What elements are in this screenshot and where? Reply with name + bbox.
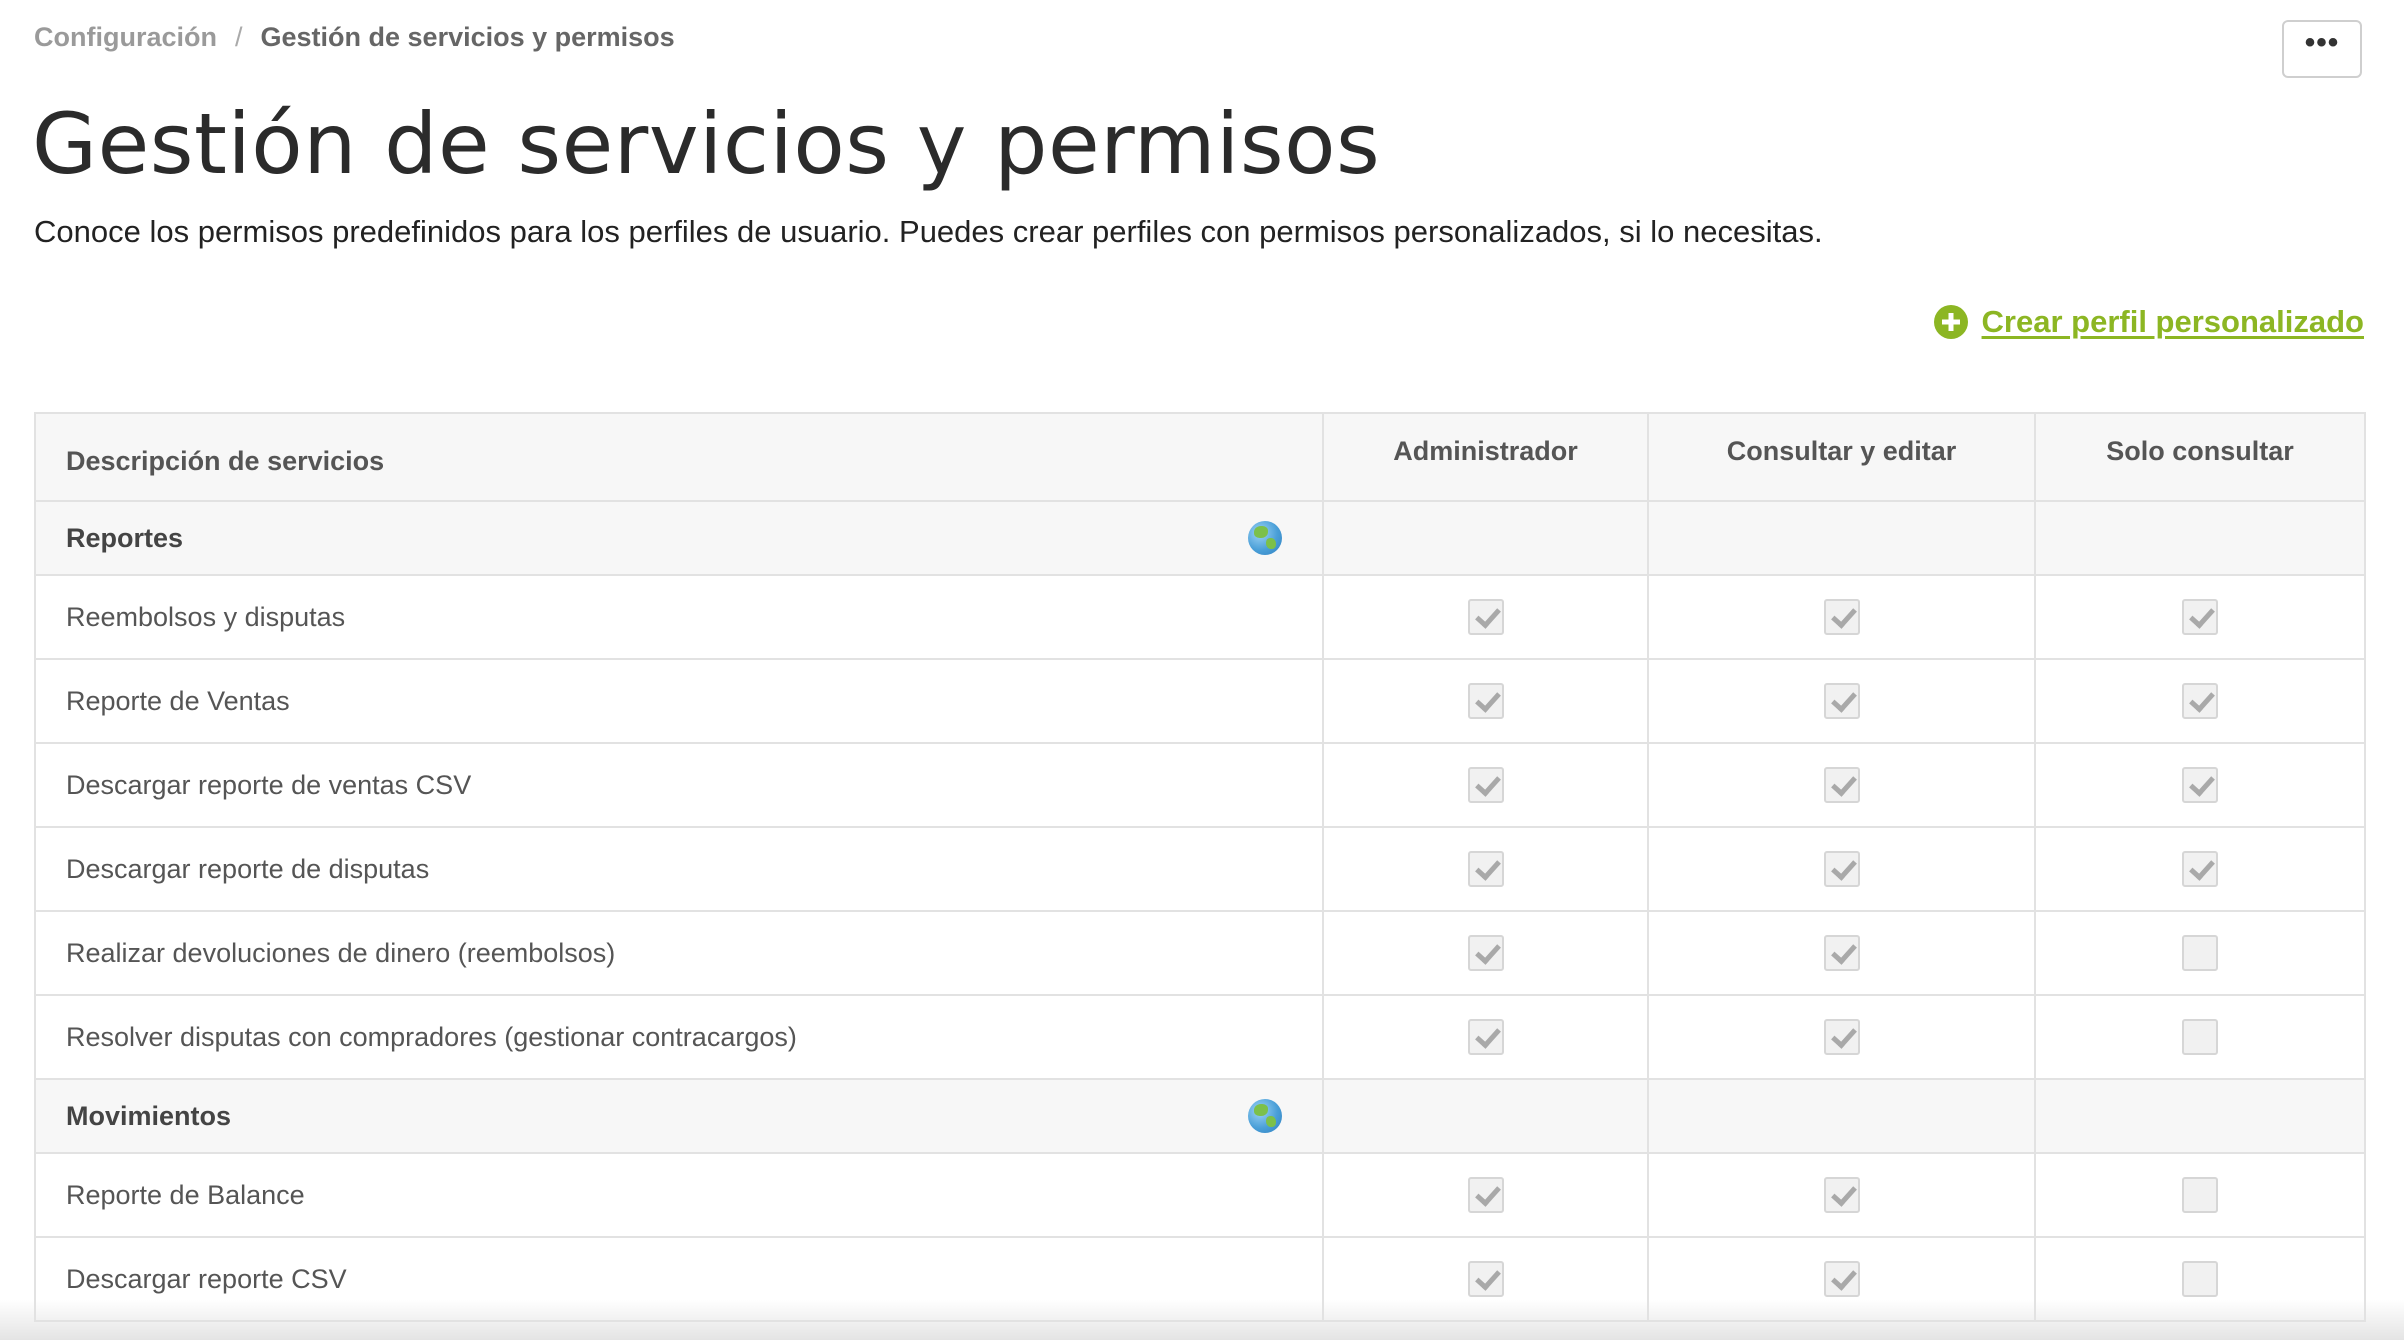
column-header-consultar-editar: Consultar y editar — [1647, 412, 2036, 502]
table-header-row: Descripción de servicios Administrador C… — [34, 412, 2366, 502]
permission-cell — [1322, 826, 1649, 912]
service-description: Descargar reporte de ventas CSV — [34, 742, 1324, 828]
permission-checkbox-checked — [1823, 935, 1860, 971]
permission-cell — [1322, 658, 1649, 744]
permission-cell — [2034, 826, 2366, 912]
table-row: Reembolsos y disputas — [34, 574, 2366, 660]
section-empty-cell — [1647, 1078, 2036, 1154]
permission-checkbox-checked — [1467, 1261, 1504, 1297]
permission-cell — [1647, 826, 2036, 912]
permission-cell — [2034, 1236, 2366, 1322]
table-row: Reporte de Balance — [34, 1152, 2366, 1238]
section-row: Reportes — [34, 500, 2366, 576]
permission-checkbox-checked — [1823, 1261, 1860, 1297]
permission-checkbox-checked — [1467, 767, 1504, 803]
breadcrumb-current: Gestión de servicios y permisos — [260, 22, 675, 52]
permission-cell — [1647, 658, 2036, 744]
breadcrumb: Configuración / Gestión de servicios y p… — [34, 22, 675, 53]
service-description: Reporte de Balance — [34, 1152, 1324, 1238]
permission-cell — [1322, 1236, 1649, 1322]
permission-checkbox-checked — [2182, 767, 2218, 803]
service-description: Descargar reporte de disputas — [34, 826, 1324, 912]
permission-checkbox-checked — [2182, 599, 2218, 635]
plus-circle-icon — [1933, 305, 1968, 339]
permission-checkbox-checked — [2182, 851, 2218, 887]
permissions-table: Descripción de servicios Administrador C… — [34, 412, 2366, 1322]
table-row: Descargar reporte de ventas CSV — [34, 742, 2366, 828]
table-body: Reportes Reembolsos y disputas Reporte de … — [34, 500, 2366, 1322]
more-options-icon: ••• — [2304, 26, 2340, 59]
globe-icon — [1248, 1099, 1282, 1133]
permission-checkbox-checked — [1467, 935, 1504, 971]
column-header-description: Descripción de servicios — [34, 412, 1324, 502]
permission-cell — [2034, 1152, 2366, 1238]
service-description: Reembolsos y disputas — [34, 574, 1324, 660]
section-title: Movimientos — [66, 1100, 232, 1131]
permission-checkbox-unchecked — [2182, 1019, 2218, 1055]
permission-checkbox-checked — [1467, 851, 1504, 887]
table-row: Descargar reporte de disputas — [34, 826, 2366, 912]
table-row: Resolver disputas con compradores (gesti… — [34, 994, 2366, 1080]
column-header-solo-consultar: Solo consultar — [2034, 412, 2366, 502]
permission-cell — [1647, 742, 2036, 828]
permission-cell — [1647, 574, 2036, 660]
breadcrumb-separator: / — [235, 22, 243, 52]
service-description: Reporte de Ventas — [34, 658, 1324, 744]
page-title: Gestión de servicios y permisos — [32, 95, 1381, 193]
page-subtitle: Conoce los permisos predefinidos para lo… — [34, 214, 1823, 249]
permission-cell — [1322, 574, 1649, 660]
table-row: Reporte de Ventas — [34, 658, 2366, 744]
permission-cell — [1322, 742, 1649, 828]
section-name-cell: Reportes — [34, 500, 1324, 576]
section-name-cell: Movimientos — [34, 1078, 1324, 1154]
permission-checkbox-checked — [1823, 1019, 1860, 1055]
table-row: Realizar devoluciones de dinero (reembol… — [34, 910, 2366, 996]
permission-checkbox-checked — [1823, 767, 1860, 803]
column-header-administrador: Administrador — [1322, 412, 1649, 502]
permission-cell — [1322, 994, 1649, 1080]
service-description: Realizar devoluciones de dinero (reembol… — [34, 910, 1324, 996]
permission-cell — [2034, 658, 2366, 744]
section-empty-cell — [1647, 500, 2036, 576]
permission-cell — [1647, 910, 2036, 996]
permission-cell — [2034, 742, 2366, 828]
permission-cell — [1647, 1152, 2036, 1238]
permission-cell — [2034, 910, 2366, 996]
permission-checkbox-checked — [1467, 1019, 1504, 1055]
permission-cell — [1322, 1152, 1649, 1238]
permission-cell — [1647, 994, 2036, 1080]
breadcrumb-link-configuracion[interactable]: Configuración — [34, 22, 217, 53]
table-row: Descargar reporte CSV — [34, 1236, 2366, 1322]
permission-cell — [2034, 574, 2366, 660]
permission-checkbox-checked — [1823, 1177, 1860, 1213]
permission-checkbox-checked — [1467, 599, 1504, 635]
permission-cell — [2034, 994, 2366, 1080]
create-custom-profile-label: Crear perfil personalizado — [1981, 304, 2364, 339]
permission-cell — [1322, 910, 1649, 996]
service-description: Resolver disputas con compradores (gesti… — [34, 994, 1324, 1080]
service-description: Descargar reporte CSV — [34, 1236, 1324, 1322]
section-empty-cell — [2034, 500, 2366, 576]
permission-cell — [1647, 1236, 2036, 1322]
permission-checkbox-unchecked — [2182, 1261, 2218, 1297]
more-options-button[interactable]: ••• — [2282, 20, 2362, 78]
permission-checkbox-checked — [2182, 683, 2218, 719]
permissions-table-container: Descripción de servicios Administrador C… — [34, 412, 2366, 1322]
create-custom-profile-link[interactable]: Crear perfil personalizado — [1933, 304, 2364, 340]
permission-checkbox-checked — [1823, 599, 1860, 635]
section-empty-cell — [2034, 1078, 2366, 1154]
permission-checkbox-checked — [1823, 851, 1860, 887]
permission-checkbox-checked — [1467, 683, 1504, 719]
section-empty-cell — [1322, 1078, 1649, 1154]
permission-checkbox-unchecked — [2182, 935, 2218, 971]
section-empty-cell — [1322, 500, 1649, 576]
section-title: Reportes — [66, 522, 184, 553]
permission-checkbox-checked — [1823, 683, 1860, 719]
permission-checkbox-checked — [1467, 1177, 1504, 1213]
globe-icon — [1248, 521, 1282, 555]
section-row: Movimientos — [34, 1078, 2366, 1154]
permission-checkbox-unchecked — [2182, 1177, 2218, 1213]
